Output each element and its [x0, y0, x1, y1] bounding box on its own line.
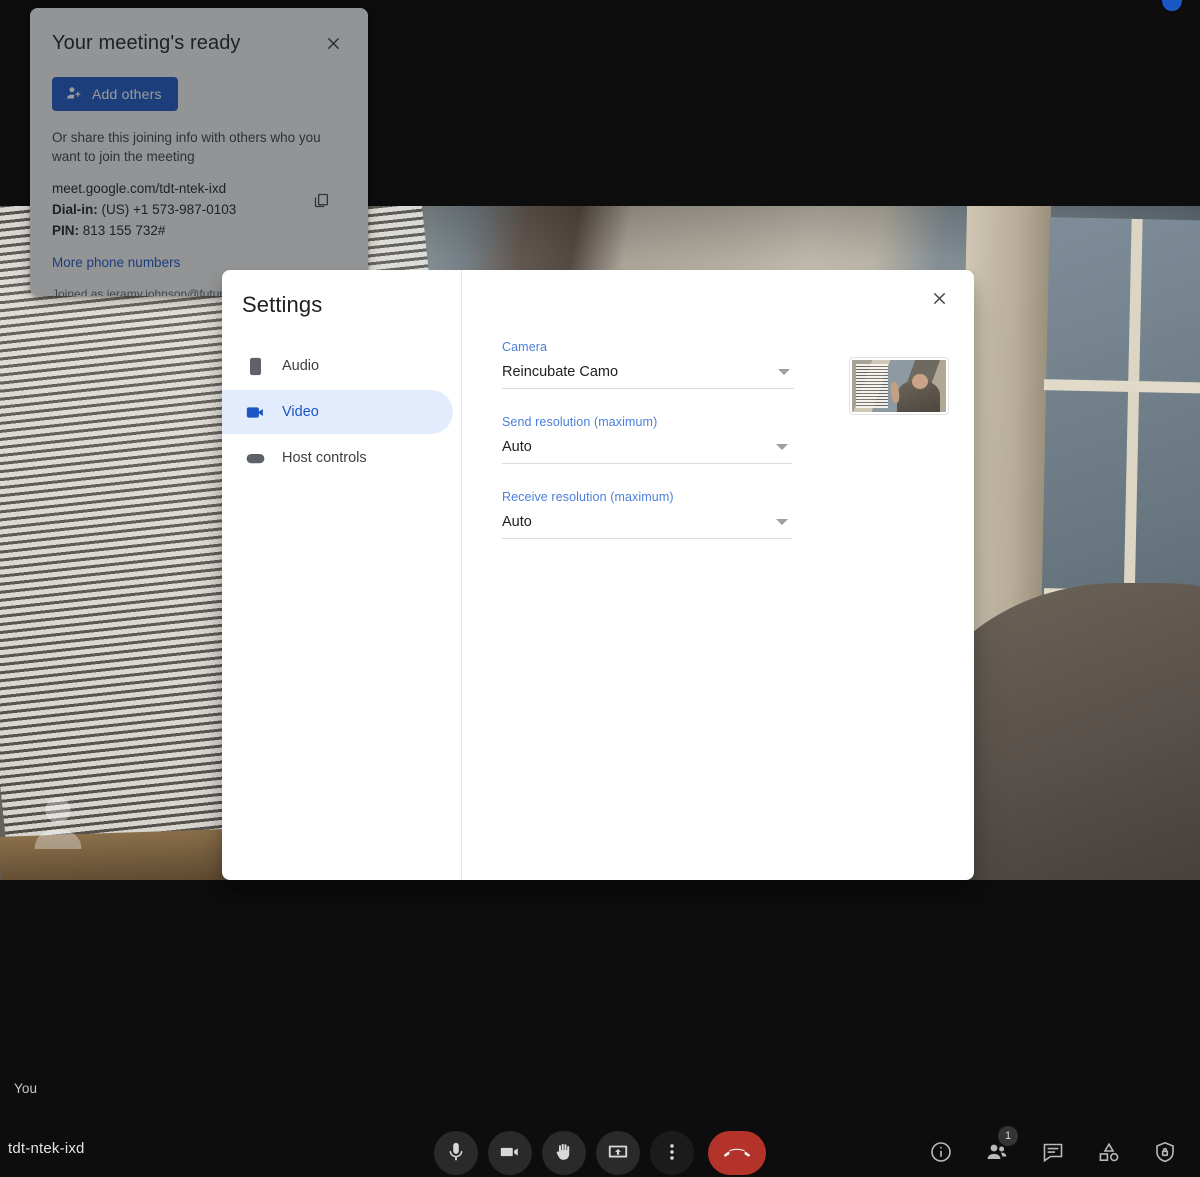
raise-hand-button[interactable]	[542, 1131, 586, 1175]
top-right-avatar-badge[interactable]	[1160, 0, 1184, 13]
videocam-icon	[244, 401, 266, 423]
settings-nav: Audio Video Host controls	[222, 344, 461, 480]
settings-dialog: Settings Audio Video Host controls Camer…	[222, 270, 974, 880]
share-info-text: Or share this joining info with others w…	[52, 130, 321, 164]
google-meet-window: You tdt-ntek-ixd 1 Your meeting's ready …	[0, 0, 1200, 1177]
more-phone-numbers-link[interactable]: More phone numbers	[52, 255, 180, 270]
chevron-down-icon	[778, 369, 790, 375]
chat-button[interactable]	[1036, 1137, 1070, 1171]
pin-value: 813 155 732#	[82, 223, 166, 238]
video-settings-fields: Camera Reincubate Camo Send resolution (…	[502, 340, 824, 565]
copy-joining-info-button[interactable]	[308, 190, 334, 216]
camera-preview	[850, 358, 948, 414]
meeting-panel-close-button[interactable]	[320, 33, 346, 59]
host-controls-button[interactable]	[1148, 1137, 1182, 1171]
speaker-icon	[244, 355, 266, 377]
meet-link[interactable]: meet.google.com/tdt-ntek-ixd	[52, 178, 236, 199]
microphone-icon	[445, 1141, 467, 1166]
more-vert-icon	[661, 1141, 683, 1166]
meeting-ready-panel: Your meeting's ready Add others Or share…	[30, 8, 368, 296]
activities-icon	[1097, 1140, 1121, 1169]
sidebar-item-audio-label: Audio	[282, 358, 320, 374]
camera-preview-head	[912, 373, 929, 390]
meeting-panel-title: Your meeting's ready	[52, 32, 241, 54]
camera-select[interactable]: Reincubate Camo	[502, 364, 794, 389]
receive-resolution-label: Receive resolution (maximum)	[502, 490, 674, 504]
camera-field-label: Camera	[502, 340, 548, 354]
microphone-button[interactable]	[434, 1131, 478, 1175]
more-options-button[interactable]	[650, 1131, 694, 1175]
send-resolution-label: Send resolution (maximum)	[502, 415, 658, 429]
avatar-placeholder-icon	[22, 786, 94, 858]
settings-sidebar: Settings Audio Video Host controls	[222, 270, 462, 880]
add-others-button[interactable]: Add others	[52, 77, 178, 111]
video-settings-body: Camera Reincubate Camo Send resolution (…	[462, 340, 974, 565]
settings-title: Settings	[242, 292, 323, 317]
copy-icon	[312, 191, 331, 215]
present-screen-icon	[607, 1141, 629, 1166]
close-icon	[324, 34, 343, 58]
hand-icon	[553, 1141, 575, 1166]
camera-select-value: Reincubate Camo	[502, 364, 619, 380]
person-add-icon	[65, 84, 83, 105]
center-controls	[434, 1131, 766, 1175]
joining-info-row: meet.google.com/tdt-ntek-ixd Dial-in: (U…	[52, 178, 346, 241]
close-icon	[930, 289, 949, 313]
send-resolution-value: Auto	[502, 439, 532, 455]
activities-button[interactable]	[1092, 1137, 1126, 1171]
people-count-badge: 1	[998, 1126, 1018, 1146]
sidebar-item-audio[interactable]: Audio	[222, 344, 453, 388]
receive-resolution-field: Receive resolution (maximum) Auto	[502, 490, 792, 539]
chat-icon	[1041, 1140, 1065, 1169]
pin-line: PIN: 813 155 732#	[52, 220, 236, 241]
right-controls: 1	[924, 1126, 1182, 1171]
dial-in-line: Dial-in: (US) +1 573-987-0103	[52, 199, 236, 220]
sidebar-item-video[interactable]: Video	[222, 390, 453, 434]
sidebar-item-host-controls-label: Host controls	[282, 450, 367, 466]
send-resolution-select[interactable]: Auto	[502, 439, 792, 464]
dial-in-label: Dial-in:	[52, 202, 98, 217]
receive-resolution-select[interactable]: Auto	[502, 514, 792, 539]
sidebar-item-host-controls[interactable]: Host controls	[222, 436, 453, 480]
self-name-label: You	[14, 1081, 38, 1096]
shield-lock-icon	[1153, 1140, 1177, 1169]
camera-field: Camera Reincubate Camo	[502, 340, 794, 389]
dial-in-number: (US) +1 573-987-0103	[101, 202, 237, 217]
present-screen-button[interactable]	[596, 1131, 640, 1175]
toggle-switch-icon	[244, 447, 266, 469]
camera-button[interactable]	[488, 1131, 532, 1175]
call-end-icon	[723, 1139, 751, 1168]
end-call-button[interactable]	[708, 1131, 766, 1175]
bottom-toolbar: 1	[0, 1099, 1200, 1177]
add-others-label: Add others	[92, 86, 162, 102]
camera-preview-blinds	[855, 364, 888, 408]
meeting-details-button[interactable]	[924, 1137, 958, 1171]
meeting-panel-header: Your meeting's ready	[52, 32, 346, 59]
chevron-down-icon	[776, 444, 788, 450]
receive-resolution-value: Auto	[502, 514, 532, 530]
info-icon	[929, 1140, 953, 1169]
send-resolution-field: Send resolution (maximum) Auto	[502, 415, 792, 464]
settings-close-button[interactable]	[924, 286, 954, 316]
pin-label: PIN:	[52, 223, 79, 238]
chevron-down-icon	[776, 519, 788, 525]
joining-info: meet.google.com/tdt-ntek-ixd Dial-in: (U…	[52, 178, 236, 241]
people-button[interactable]: 1	[980, 1126, 1018, 1171]
videocam-icon	[499, 1141, 521, 1166]
sidebar-item-video-label: Video	[282, 404, 319, 420]
settings-content: Camera Reincubate Camo Send resolution (…	[462, 270, 974, 880]
